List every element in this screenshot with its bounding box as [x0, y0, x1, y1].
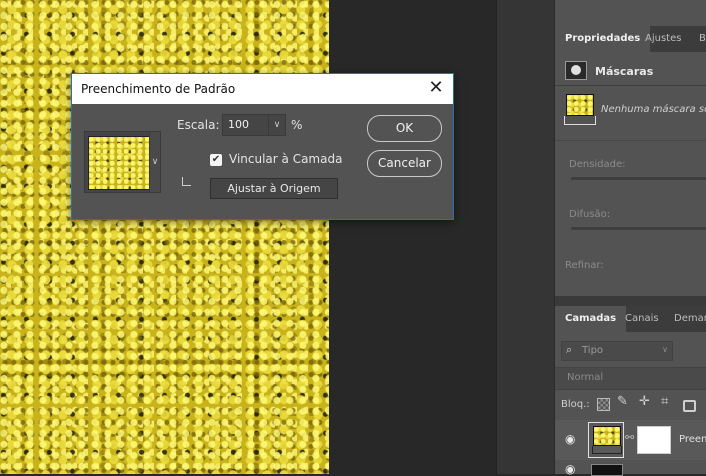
blend-mode-label: Normal — [567, 372, 604, 383]
scale-label: Escala: — [177, 118, 220, 132]
tab-paths[interactable]: Demarc — [664, 306, 706, 332]
density-label: Densidade: — [569, 159, 626, 170]
layers-tabbar: Camadas Canais Demarc — [555, 306, 706, 332]
scale-unit: % — [291, 118, 303, 132]
layer-filter-label: Tipo — [582, 345, 604, 356]
search-icon: ⌕ — [566, 343, 573, 356]
chain-link-icon[interactable]: ⚯ — [625, 431, 634, 444]
layer-row[interactable]: ◉ ⚯ Preenc — [555, 420, 706, 460]
panel-gap — [555, 296, 706, 306]
pattern-swatch[interactable] — [88, 136, 150, 190]
divider — [555, 85, 706, 86]
lock-label: Bloq.: — [561, 399, 590, 410]
layer-filter-select[interactable]: ⌕ Tipo ∨ — [561, 341, 673, 361]
ok-button[interactable]: OK — [367, 115, 442, 142]
document-canvas[interactable] — [0, 0, 329, 474]
panel-dock-strip — [496, 0, 555, 474]
chevron-down-icon[interactable]: ∨ — [268, 115, 285, 135]
new-preset-icon[interactable] — [182, 177, 191, 186]
link-with-layer-label[interactable]: Vincular à Camada — [229, 152, 342, 166]
pattern-fill-dialog: Preenchimento de Padrão ✕ ∨ Escala: 100 … — [71, 73, 454, 220]
lock-transparency-icon[interactable] — [597, 398, 610, 411]
lock-pixels-icon[interactable]: ✎ — [617, 394, 628, 409]
density-slider[interactable] — [571, 177, 706, 180]
dialog-title: Preenchimento de Padrão — [81, 82, 236, 96]
refine-label: Refinar: — [565, 260, 604, 271]
cancel-button[interactable]: Cancelar — [367, 150, 442, 177]
right-panel-area: Propriedades Ajustes Bi Máscaras Nenhuma… — [554, 0, 706, 476]
dialog-titlebar[interactable]: Preenchimento de Padrão ✕ — [72, 74, 453, 104]
link-with-layer-checkbox[interactable]: ✔ — [210, 154, 222, 166]
pasteboard — [329, 0, 496, 474]
chevron-down-icon[interactable]: ∨ — [149, 132, 160, 192]
layer-thumbnail-icon[interactable] — [564, 94, 596, 126]
properties-section-title: Máscaras — [595, 65, 654, 78]
properties-tabbar: Propriedades Ajustes Bi — [555, 26, 706, 52]
close-icon[interactable]: ✕ — [427, 78, 445, 98]
visibility-eye-icon[interactable]: ◉ — [565, 432, 575, 446]
feather-label: Difusão: — [569, 209, 611, 220]
layer-row[interactable]: ◉ — [555, 461, 706, 476]
divider — [555, 140, 706, 141]
feather-slider[interactable] — [571, 227, 706, 230]
snap-to-origin-button[interactable]: Ajustar à Origem — [210, 178, 338, 199]
layer-thumbnail — [591, 464, 623, 476]
pattern-picker[interactable]: ∨ — [84, 131, 161, 193]
scale-value[interactable]: 100 — [228, 118, 249, 131]
mask-status: Nenhuma máscara sele — [601, 104, 706, 115]
lock-all-icon[interactable] — [683, 400, 696, 412]
tab-adjustments[interactable]: Ajustes — [635, 26, 691, 52]
layer-mask-thumbnail[interactable] — [637, 426, 671, 454]
layer-name[interactable]: Preenc — [679, 434, 706, 445]
tab-libraries[interactable]: Bi — [689, 26, 706, 52]
scale-input[interactable]: 100 ∨ — [222, 114, 286, 136]
mask-icon — [565, 61, 587, 80]
lock-artboard-icon[interactable]: ⌗ — [661, 394, 668, 409]
lock-position-icon[interactable]: ✛ — [639, 394, 650, 409]
tab-channels[interactable]: Canais — [615, 306, 669, 332]
pattern-layer-thumbnail — [588, 422, 624, 458]
blend-mode-select[interactable]: Normal — [555, 367, 706, 390]
chevron-down-icon: ∨ — [662, 345, 668, 354]
